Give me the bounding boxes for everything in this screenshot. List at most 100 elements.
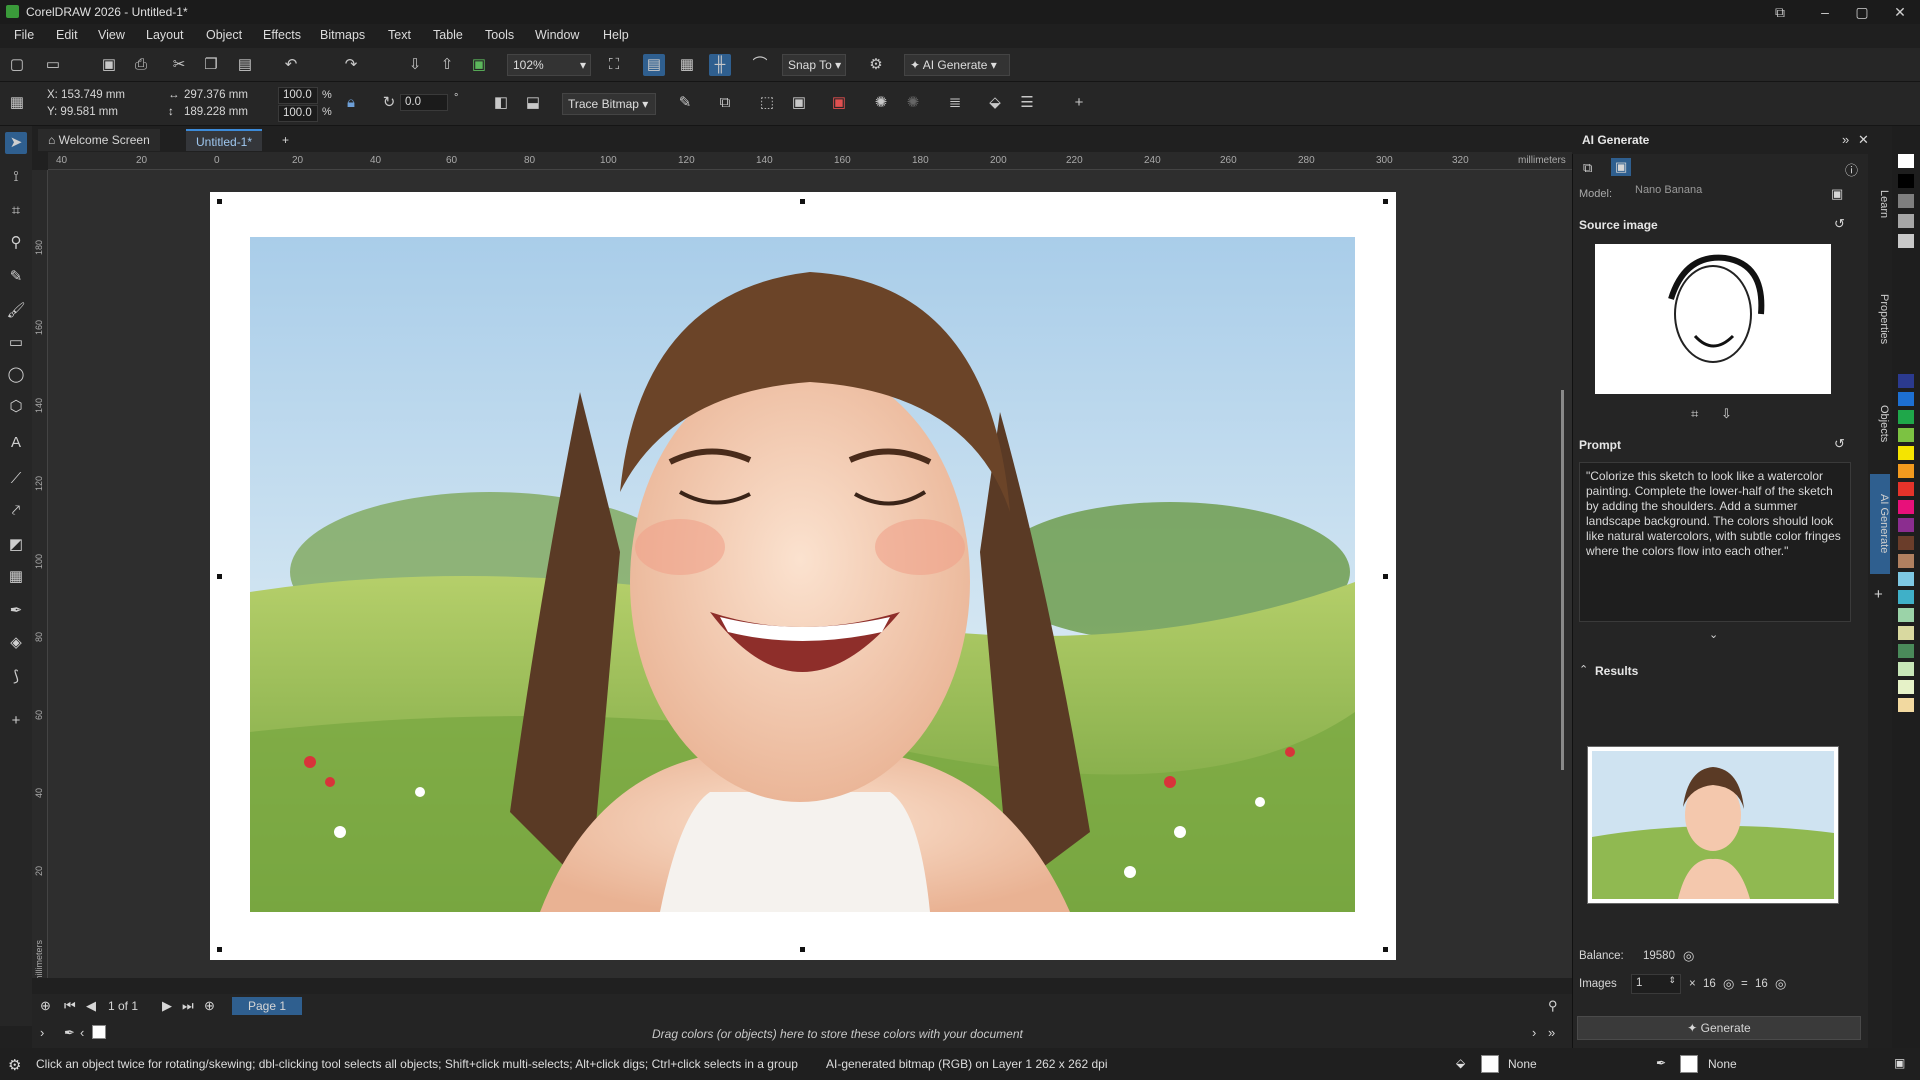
scale-x-field[interactable]: 100.0 xyxy=(278,87,318,104)
color-swatch[interactable] xyxy=(1898,214,1914,228)
vertical-scrollbar[interactable] xyxy=(1561,390,1564,770)
mirror-vertical-icon[interactable]: ⬓ xyxy=(522,92,544,114)
menu-table[interactable]: Table xyxy=(433,28,463,42)
color-swatch[interactable] xyxy=(1898,536,1914,550)
shape-tool-icon[interactable]: ⟟ xyxy=(5,166,27,188)
resample-icon[interactable]: ⬚ xyxy=(756,92,778,114)
vertical-ruler[interactable]: 180 160 140 120 100 80 60 40 20 millimet… xyxy=(32,170,48,978)
trace-bitmap-dropdown[interactable]: Trace Bitmap ▾ xyxy=(562,93,656,115)
color-swatch[interactable] xyxy=(1898,410,1914,424)
images-count-stepper[interactable]: 1 ⇕ xyxy=(1631,974,1681,994)
drawing-canvas[interactable] xyxy=(48,170,1572,978)
add-docker-icon[interactable]: + xyxy=(1874,586,1883,603)
reset-prompt-icon[interactable]: ↺ xyxy=(1834,436,1845,452)
color-swatch[interactable] xyxy=(1898,554,1914,568)
chevron-left-icon[interactable]: ‹ xyxy=(80,1025,84,1040)
bitmap-mask-icon[interactable]: ▣ xyxy=(828,92,850,114)
color-swatch[interactable] xyxy=(1898,446,1914,460)
no-color-swatch[interactable] xyxy=(92,1025,106,1039)
transparency-icon[interactable]: ▦ xyxy=(5,566,27,588)
color-swatch[interactable] xyxy=(1898,608,1914,622)
model-settings-icon[interactable]: ▣ xyxy=(1831,186,1843,202)
guidelines-icon[interactable]: ╫ xyxy=(709,54,731,76)
publish-icon[interactable]: ▣ xyxy=(468,54,490,76)
palette-swatches[interactable] xyxy=(1892,144,1920,1044)
gear-icon[interactable]: ⚙ xyxy=(8,1056,21,1074)
first-page-icon[interactable]: ⏮ xyxy=(64,998,76,1014)
ai-generated-bitmap[interactable] xyxy=(210,192,1396,960)
color-swatch[interactable] xyxy=(1898,572,1914,586)
selection-handle[interactable] xyxy=(216,573,223,580)
rectangle-tool-icon[interactable]: ▭ xyxy=(5,332,27,354)
color-swatch[interactable] xyxy=(1898,154,1914,168)
tab-objects[interactable]: Objects xyxy=(1870,389,1890,459)
import-source-icon[interactable]: ⇩ xyxy=(1721,406,1732,422)
selection-handle[interactable] xyxy=(799,946,806,953)
edit-bitmap-icon[interactable]: ✎ xyxy=(674,92,696,114)
image-to-image-icon[interactable]: ⧉ xyxy=(1583,160,1592,176)
polygon-tool-icon[interactable]: ⬡ xyxy=(5,396,27,418)
next-page-icon[interactable]: ▶ xyxy=(162,998,172,1014)
zoom-level-dropdown[interactable]: 102% ▾ xyxy=(507,54,591,76)
lock-ratio-icon[interactable]: 🔒︎ xyxy=(340,92,362,114)
chevron-right-icon[interactable]: › xyxy=(40,1025,44,1040)
tab-untitled-1[interactable]: Untitled-1* xyxy=(186,129,263,151)
effects-icon[interactable]: ✺ xyxy=(870,92,892,114)
effects-disabled-icon[interactable]: ✺ xyxy=(902,92,924,114)
zoom-icon[interactable]: ⚲ xyxy=(1548,998,1558,1014)
color-swatch[interactable] xyxy=(1898,590,1914,604)
selection-handle[interactable] xyxy=(1382,198,1389,205)
mirror-horizontal-icon[interactable]: ◧ xyxy=(490,92,512,114)
paste-icon[interactable]: ▤ xyxy=(234,54,256,76)
selection-handle[interactable] xyxy=(216,198,223,205)
ellipse-tool-icon[interactable]: ◯ xyxy=(5,364,27,386)
menu-help[interactable]: Help xyxy=(603,28,629,42)
stepper-arrows-icon[interactable]: ⇕ xyxy=(1668,975,1676,986)
expand-icon[interactable]: » xyxy=(1548,1025,1555,1040)
menu-edit[interactable]: Edit xyxy=(56,28,78,42)
zoom-to-page-icon[interactable]: ⛶ xyxy=(603,54,625,76)
connector-tool-icon[interactable]: ⤤ xyxy=(5,500,27,522)
restore-icon[interactable]: ⧉ xyxy=(1760,0,1800,24)
new-document-icon[interactable]: ▢ xyxy=(6,54,28,76)
last-page-icon[interactable]: ⏭ xyxy=(182,998,194,1014)
source-sketch-thumbnail[interactable] xyxy=(1595,244,1831,394)
tab-welcome-screen[interactable]: ⌂ Welcome Screen xyxy=(38,129,160,151)
options-gear-icon[interactable]: ⚙ xyxy=(865,54,887,76)
color-proof-icon[interactable]: ▣ xyxy=(1894,1056,1905,1070)
add-icon[interactable]: + xyxy=(1068,92,1090,114)
color-swatch[interactable] xyxy=(1898,374,1914,388)
menu-text[interactable]: Text xyxy=(388,28,411,42)
menu-file[interactable]: File xyxy=(14,28,34,42)
color-swatch[interactable] xyxy=(1898,482,1914,496)
to-back-icon[interactable]: ⬙ xyxy=(984,92,1006,114)
layers-icon[interactable]: ☰ xyxy=(1016,92,1038,114)
menu-effects[interactable]: Effects xyxy=(263,28,301,42)
interactive-fill-icon[interactable]: ◈ xyxy=(5,632,27,654)
save-icon[interactable]: ▣ xyxy=(98,54,120,76)
collapse-results-chevron-icon[interactable]: ⌃ xyxy=(1579,663,1588,676)
model-dropdown[interactable]: Nano Banana xyxy=(1635,184,1777,198)
freehand-tool-icon[interactable]: ✎ xyxy=(5,266,27,288)
menu-tools[interactable]: Tools xyxy=(485,28,514,42)
object-height[interactable]: 189.228 mm xyxy=(184,106,248,118)
reset-source-icon[interactable]: ↺ xyxy=(1834,216,1845,232)
grid-icon[interactable]: ▦ xyxy=(676,54,698,76)
scroll-right-icon[interactable]: › xyxy=(1532,1025,1536,1040)
print-icon[interactable]: ⎙ xyxy=(130,54,152,76)
eyedropper-icon[interactable]: ✒ xyxy=(5,600,27,622)
page-1-tab[interactable]: Page 1 xyxy=(232,997,303,1015)
selection-handle[interactable] xyxy=(1382,946,1389,953)
color-swatch[interactable] xyxy=(1898,680,1914,694)
tab-properties[interactable]: Properties xyxy=(1870,274,1890,364)
menu-view[interactable]: View xyxy=(98,28,125,42)
prompt-textarea[interactable]: "Colorize this sketch to look like a wat… xyxy=(1579,462,1851,622)
wrap-text-icon[interactable]: ≣ xyxy=(944,92,966,114)
redo-icon[interactable]: ↷ xyxy=(340,54,362,76)
add-page-icon[interactable]: ⊕ xyxy=(40,998,51,1014)
crop-bitmap-icon[interactable]: ⧉ xyxy=(714,92,736,114)
export-icon[interactable]: ⇧ xyxy=(436,54,458,76)
rotation-angle-field[interactable]: 0.0 xyxy=(400,94,448,111)
pick-tool-icon[interactable]: ➤ xyxy=(5,132,27,154)
tab-learn[interactable]: Learn xyxy=(1870,174,1890,234)
